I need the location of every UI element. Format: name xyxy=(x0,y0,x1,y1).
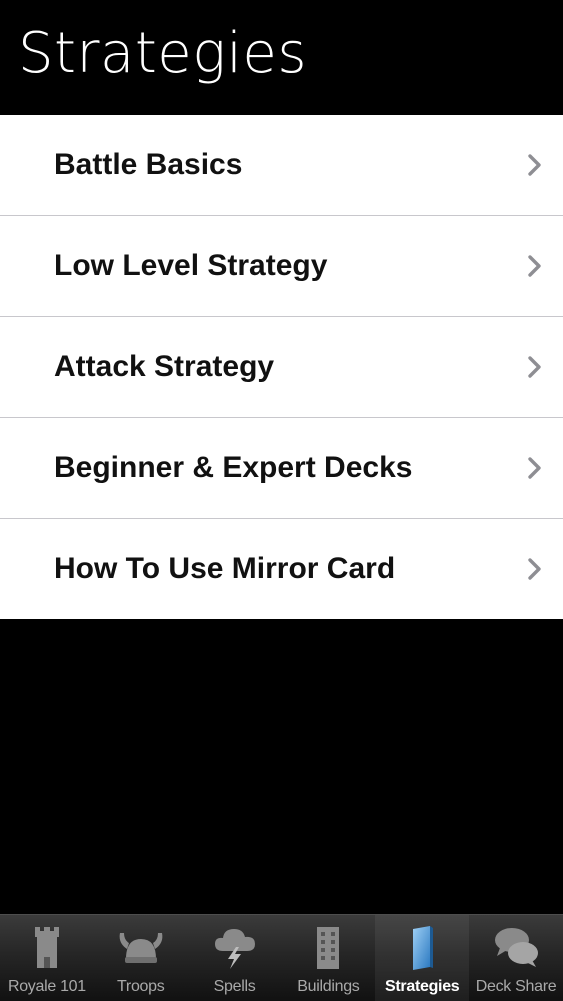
menu-item-label: Battle Basics xyxy=(54,148,243,181)
menu-item-label: Low Level Strategy xyxy=(54,249,328,282)
menu-item-low-level-strategy[interactable]: Low Level Strategy xyxy=(0,216,563,317)
menu-item-attack-strategy[interactable]: Attack Strategy xyxy=(0,317,563,418)
menu-item-battle-basics[interactable]: Battle Basics xyxy=(0,115,563,216)
menu-item-mirror-card[interactable]: How To Use Mirror Card xyxy=(0,519,563,619)
tab-label: Troops xyxy=(117,978,165,995)
menu-item-label: How To Use Mirror Card xyxy=(54,552,396,585)
tab-label: Strategies xyxy=(385,978,460,995)
viking-helmet-icon xyxy=(119,933,163,963)
chevron-right-icon xyxy=(528,154,541,176)
tab-bar: Royale 101 Troops Spells Buildings Strat… xyxy=(0,914,563,1001)
tab-label: Buildings xyxy=(297,978,360,995)
tab-deck-share[interactable]: Deck Share xyxy=(469,915,563,1001)
chat-bubbles-icon xyxy=(495,928,539,967)
tab-label: Royale 101 xyxy=(7,978,86,995)
strategies-menu-list: Battle Basics Low Level Strategy Attack … xyxy=(0,115,563,619)
chevron-right-icon xyxy=(528,558,541,580)
chevron-right-icon xyxy=(528,457,541,479)
navigation-header: Strategies xyxy=(0,0,563,115)
lightning-cloud-icon xyxy=(214,929,255,969)
tab-label: Spells xyxy=(213,978,256,995)
tower-icon xyxy=(34,927,59,968)
tab-strategies[interactable]: Strategies xyxy=(375,915,470,1001)
tab-royale-101[interactable]: Royale 101 xyxy=(0,915,94,1001)
tab-label: Deck Share xyxy=(475,978,557,995)
chevron-right-icon xyxy=(528,356,541,378)
menu-item-label: Attack Strategy xyxy=(54,350,275,383)
menu-item-beginner-expert-decks[interactable]: Beginner & Expert Decks xyxy=(0,418,563,519)
menu-item-label: Beginner & Expert Decks xyxy=(54,451,413,484)
page-title: Strategies xyxy=(18,21,308,86)
building-icon xyxy=(317,927,340,969)
chevron-right-icon xyxy=(528,255,541,277)
tab-spells[interactable]: Spells xyxy=(188,915,282,1001)
book-icon xyxy=(413,926,434,970)
tab-buildings[interactable]: Buildings xyxy=(281,915,375,1001)
tab-troops[interactable]: Troops xyxy=(94,915,188,1001)
